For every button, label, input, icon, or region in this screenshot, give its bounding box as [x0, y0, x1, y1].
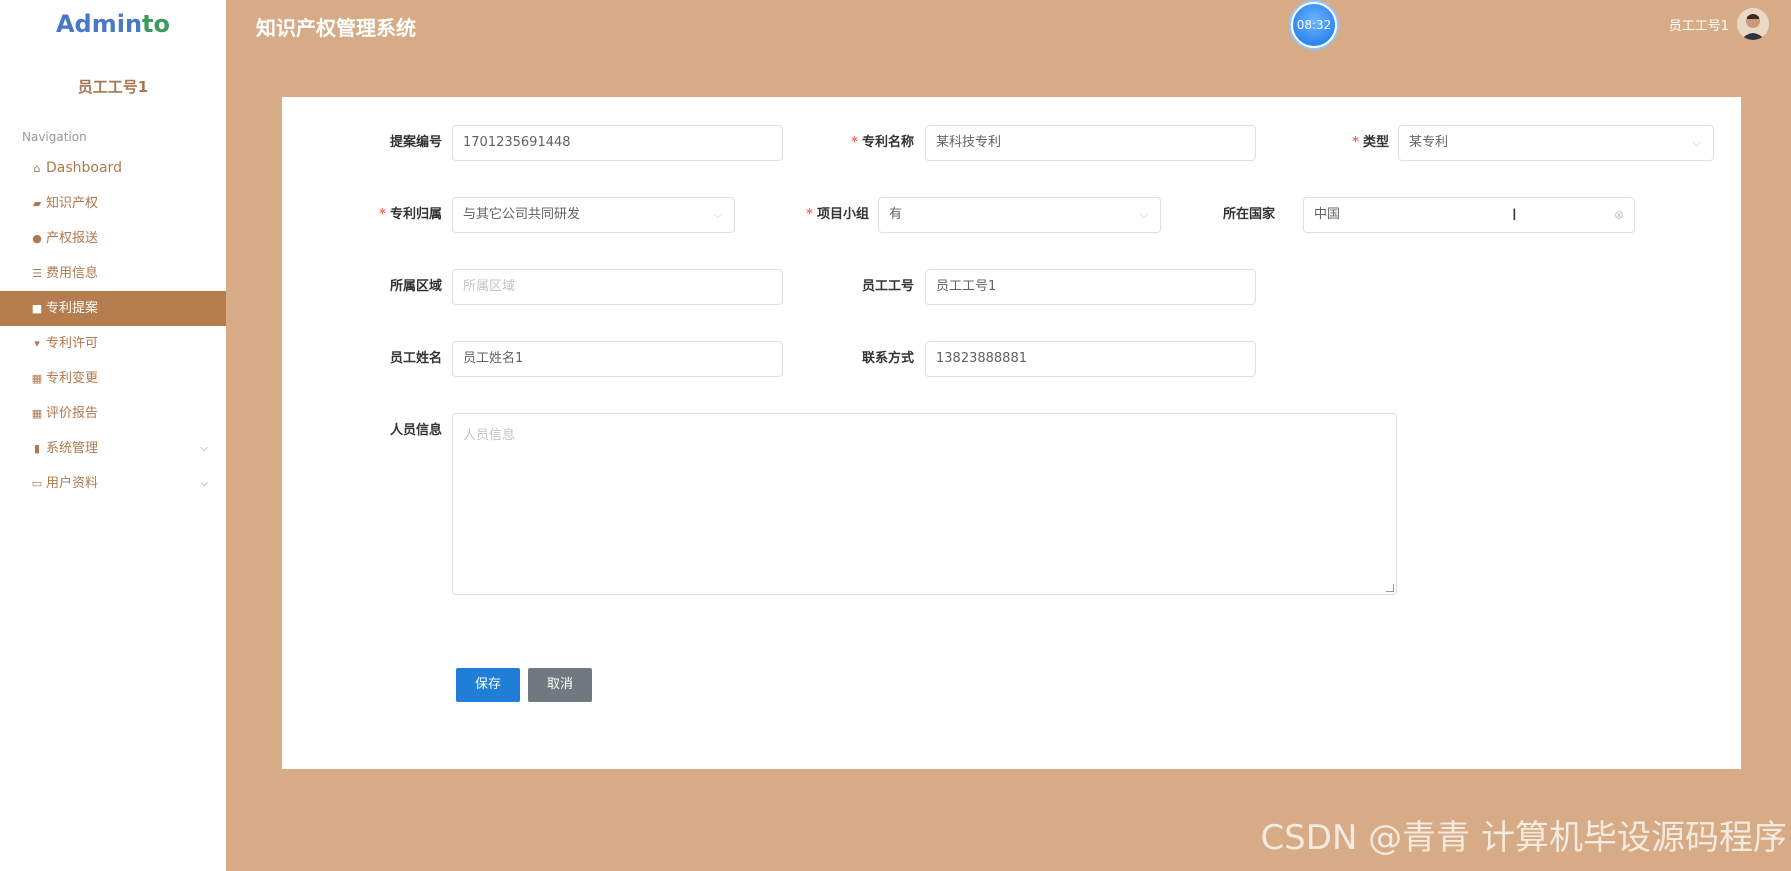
sidebar-item-patent-license[interactable]: ▾ 专利许可: [0, 326, 226, 361]
region-input[interactable]: 所属区域: [452, 269, 783, 305]
sidebar-nav: ⌂ Dashboard ▰ 知识产权 ● 产权报送 ☰ 费用信息 ■ 专利提案 ▾ 专利许可…: [0, 151, 226, 501]
sidebar-item-user-profile[interactable]: ▭ 用户资料 ⌵: [0, 466, 226, 501]
personnel-textarea[interactable]: 人员信息: [452, 413, 1397, 595]
cancel-button[interactable]: 取消: [528, 668, 592, 702]
patent-name-input[interactable]: 某科技专利: [925, 125, 1256, 161]
home-icon: ⌂: [33, 162, 41, 175]
label-employee-name: 员工姓名: [389, 351, 442, 366]
sidebar-item-ip[interactable]: ▰ 知识产权: [0, 186, 226, 221]
sidebar-item-ip-submit[interactable]: ● 产权报送: [0, 221, 226, 256]
text-cursor-icon: I: [1512, 205, 1517, 224]
project-group-select[interactable]: 有 ⌵: [878, 197, 1161, 233]
stamp-icon: ▾: [34, 337, 40, 350]
label-proposal-no: 提案编号: [389, 135, 442, 150]
ticket-icon: ▰: [32, 197, 42, 210]
label-ownership: * 专利归属: [379, 207, 442, 222]
sidebar-item-fees[interactable]: ☰ 费用信息: [0, 256, 226, 291]
thumbs-up-icon: ■: [31, 302, 43, 315]
nav-section-title: Navigation: [22, 130, 87, 144]
sidebar-item-system-management[interactable]: ▮ 系统管理 ⌵: [0, 431, 226, 466]
sidebar-item-patent-change[interactable]: ▦ 专利变更: [0, 361, 226, 396]
label-employee-no: 员工工号: [861, 279, 914, 294]
chevron-down-icon: ⌵: [713, 208, 722, 221]
label-patent-name: * 专利名称: [851, 135, 914, 150]
grid-icon: ▦: [31, 407, 43, 420]
employee-no-input[interactable]: 员工工号1: [925, 269, 1256, 305]
app-logo[interactable]: Adminto: [0, 10, 226, 38]
label-region: 所属区域: [389, 279, 442, 294]
sliders-icon: ☰: [32, 267, 42, 280]
label-contact: 联系方式: [861, 351, 914, 366]
proposal-form-panel: 提案编号 1701235691448 * 专利名称 某科技专利 * 类型 某专利 ⌵…: [282, 97, 1741, 769]
user-icon: ●: [32, 232, 42, 245]
app-title: 知识产权管理系统: [256, 16, 416, 40]
chevron-down-icon: ⌵: [1139, 208, 1148, 221]
header-username[interactable]: 员工工号1: [1669, 15, 1729, 34]
label-personnel: 人员信息: [389, 423, 442, 438]
resize-grip-icon[interactable]: [1386, 584, 1394, 592]
employee-name-input[interactable]: 员工姓名1: [452, 341, 783, 377]
avatar-image: [1737, 8, 1769, 40]
clear-icon[interactable]: ⊗: [1614, 198, 1624, 232]
proposal-no-input[interactable]: 1701235691448: [452, 125, 783, 161]
chevron-down-icon: ⌵: [200, 478, 208, 489]
sidebar-item-patent-proposal[interactable]: ■ 专利提案: [0, 291, 226, 326]
contact-input[interactable]: 13823888881: [925, 341, 1256, 377]
watermark: CSDN @青青 计算机毕设源码程序: [1260, 818, 1787, 858]
chart-icon: ▮: [33, 442, 41, 455]
sidebar-item-evaluation-report[interactable]: ▦ 评价报告: [0, 396, 226, 431]
chevron-down-icon: ⌵: [200, 443, 208, 454]
sidebar: Adminto 员工工号1 Navigation ⌂ Dashboard ▰ 知识产…: [0, 0, 226, 871]
sidebar-item-dashboard[interactable]: ⌂ Dashboard: [0, 151, 226, 186]
top-header: 知识产权管理系统 08:32 员工工号1: [226, 0, 1791, 50]
clock-widget: 08:32: [1291, 2, 1337, 48]
label-project-group: * 项目小组: [806, 207, 869, 222]
card-icon: ▭: [31, 477, 43, 490]
country-input[interactable]: 中国 ⊗: [1303, 197, 1635, 233]
save-button[interactable]: 保存: [456, 668, 520, 702]
type-select[interactable]: 某专利 ⌵: [1398, 125, 1714, 161]
label-country: 所在国家: [1222, 207, 1275, 222]
label-type: * 类型: [1352, 135, 1389, 150]
chevron-down-icon: ⌵: [1692, 136, 1701, 149]
ownership-select[interactable]: 与其它公司共同研发 ⌵: [452, 197, 735, 233]
grid-icon: ▦: [31, 372, 43, 385]
sidebar-username: 员工工号1: [77, 78, 149, 96]
avatar[interactable]: [1737, 8, 1769, 40]
